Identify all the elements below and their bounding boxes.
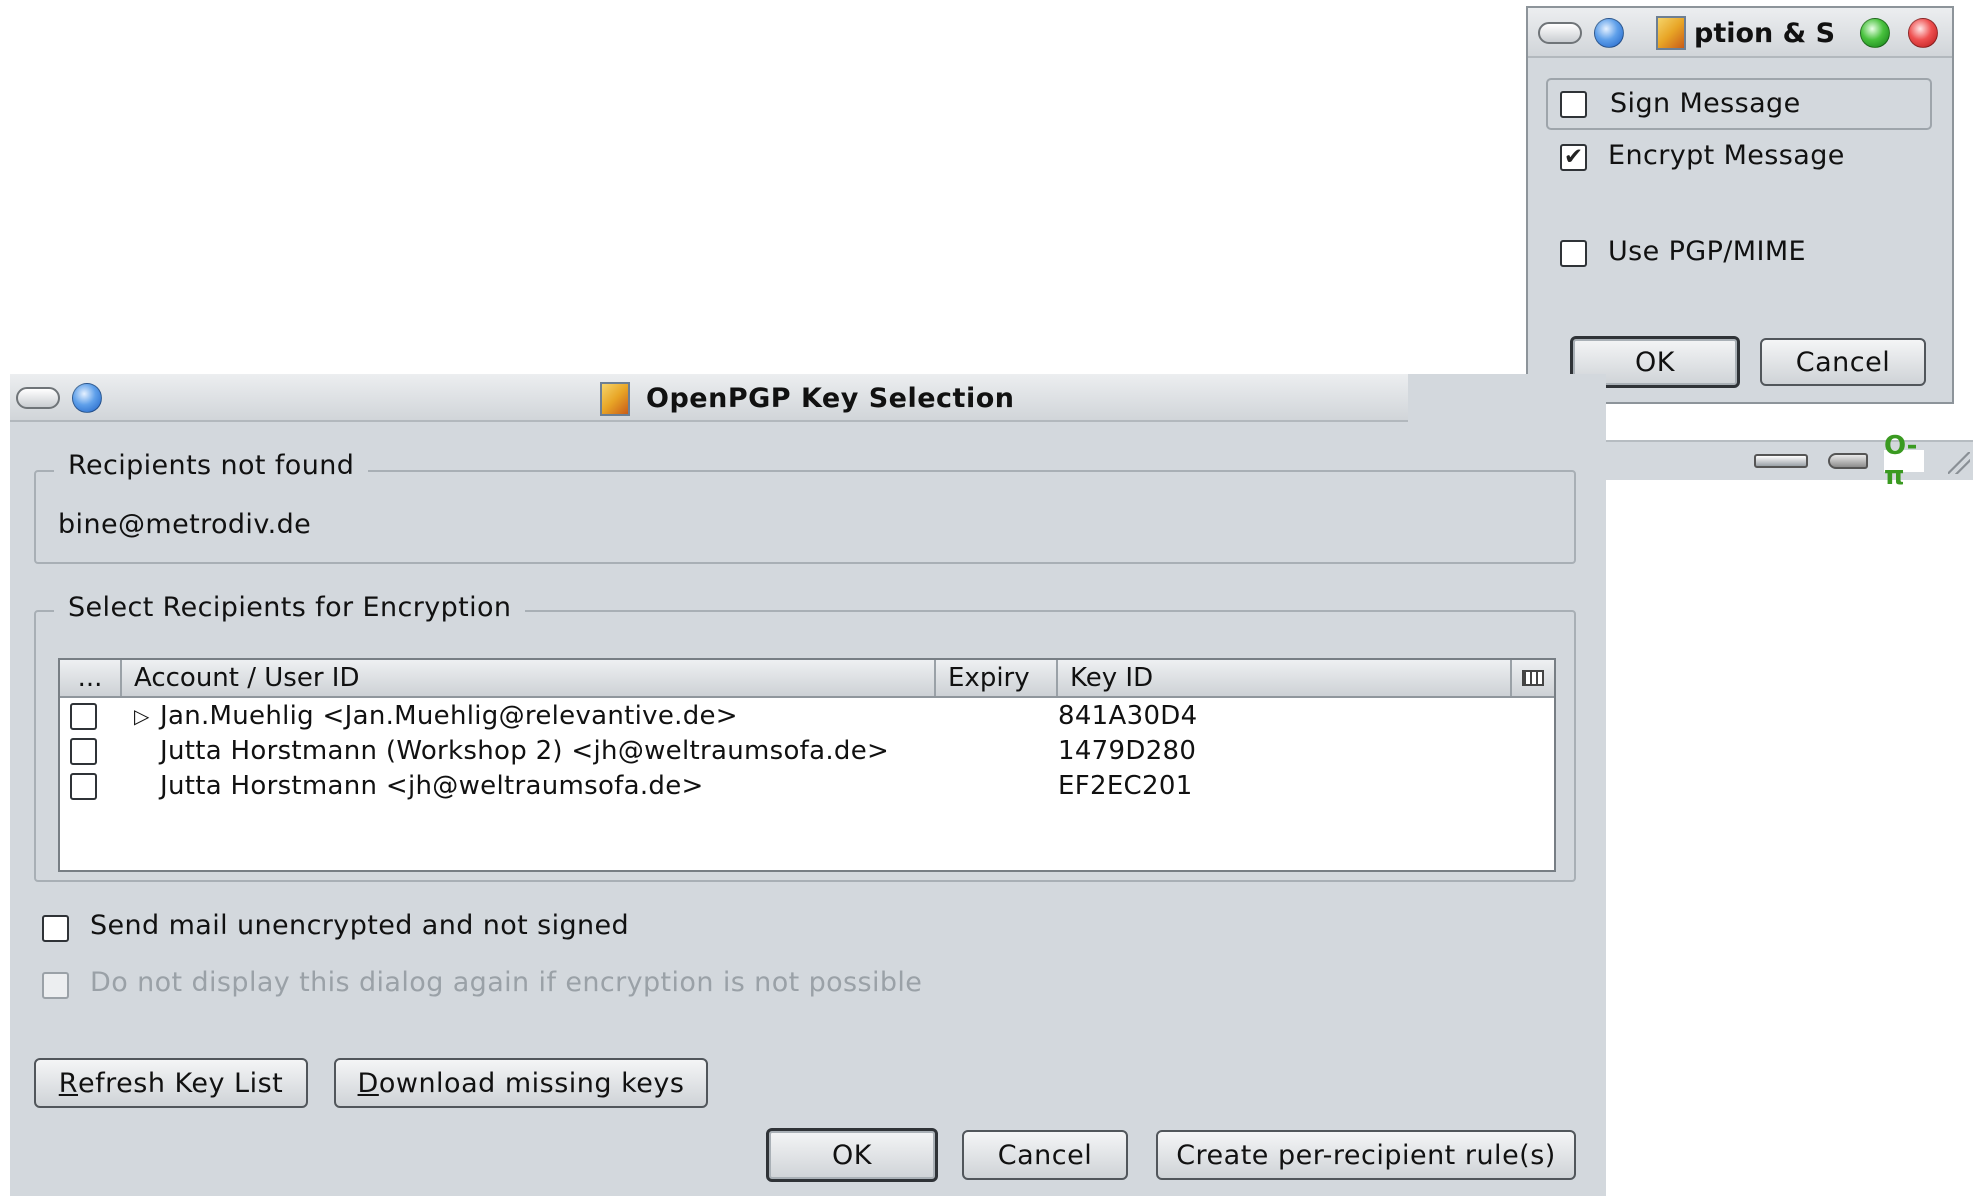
- encryption-key-icon[interactable]: O-π: [1884, 431, 1924, 491]
- sign-message-checkbox[interactable]: [1560, 91, 1587, 118]
- refresh-key-list-button[interactable]: Refresh Key List: [34, 1058, 308, 1108]
- column-header-user-id[interactable]: Account / User ID: [122, 660, 936, 696]
- small-dialog: ption & S Sign Message ✔ Encrypt Message…: [1526, 6, 1954, 404]
- main-titlebar: OpenPGP Key Selection: [10, 374, 1408, 422]
- maximize-button[interactable]: [1860, 18, 1890, 48]
- do-not-display-label: Do not display this dialog again if encr…: [90, 967, 923, 998]
- table-row[interactable]: Jutta Horstmann <jh@weltraumsofa.de> EF2…: [60, 768, 1554, 804]
- row-key-id: 841A30D4: [1058, 701, 1198, 731]
- create-per-recipient-rules-button[interactable]: Create per-recipient rule(s): [1156, 1130, 1576, 1180]
- column-header-select[interactable]: ...: [60, 660, 122, 696]
- row-user-id: Jutta Horstmann <jh@weltraumsofa.de>: [160, 771, 704, 801]
- download-missing-keys-button[interactable]: Download missing keys: [334, 1058, 708, 1108]
- row-checkbox[interactable]: [70, 703, 97, 730]
- row-key-id: 1479D280: [1058, 736, 1197, 766]
- column-header-expiry[interactable]: Expiry: [936, 660, 1058, 696]
- close-button[interactable]: [1908, 18, 1938, 48]
- expand-triangle-icon[interactable]: ▷: [134, 698, 150, 734]
- app-icon: [1656, 16, 1686, 50]
- row-checkbox[interactable]: [70, 738, 97, 765]
- send-unencrypted-label: Send mail unencrypted and not signed: [90, 910, 630, 941]
- main-dialog-title: OpenPGP Key Selection: [646, 383, 1015, 414]
- resize-grip-icon[interactable]: [1948, 452, 1970, 474]
- use-pgp-mime-label: Use PGP/MIME: [1608, 236, 1807, 267]
- minimize-button[interactable]: [72, 383, 102, 413]
- small-cancel-button[interactable]: Cancel: [1760, 338, 1926, 386]
- send-unencrypted-checkbox[interactable]: [42, 915, 69, 942]
- recipients-table: ... Account / User ID Expiry Key ID ▷ Ja…: [58, 658, 1556, 872]
- row-user-id: Jutta Horstmann (Workshop 2) <jh@weltrau…: [160, 736, 890, 766]
- column-header-key-id[interactable]: Key ID: [1058, 660, 1512, 696]
- do-not-display-checkbox: [42, 972, 69, 999]
- shade-button[interactable]: [16, 387, 60, 409]
- select-recipients-legend: Select Recipients for Encryption: [54, 592, 526, 623]
- column-picker-icon[interactable]: [1512, 660, 1554, 696]
- shade-button[interactable]: [1538, 22, 1582, 44]
- signing-pen-icon[interactable]: [1828, 453, 1868, 469]
- sign-message-option[interactable]: Sign Message: [1546, 78, 1932, 130]
- app-icon: [600, 382, 630, 416]
- table-row[interactable]: ▷ Jan.Muehlig <Jan.Muehlig@relevantive.d…: [60, 698, 1554, 734]
- cancel-button[interactable]: Cancel: [962, 1130, 1128, 1180]
- small-dialog-title: ption & S: [1694, 18, 1836, 49]
- small-dialog-titlebar: ption & S: [1528, 8, 1952, 58]
- ok-button[interactable]: OK: [766, 1128, 938, 1182]
- row-checkbox[interactable]: [70, 773, 97, 800]
- encrypt-message-label: Encrypt Message: [1608, 140, 1845, 171]
- table-header: ... Account / User ID Expiry Key ID: [60, 660, 1554, 698]
- connection-plug-icon: [1754, 454, 1808, 468]
- use-pgp-mime-checkbox[interactable]: [1560, 240, 1587, 267]
- missing-recipient-email: bine@metrodiv.de: [58, 509, 312, 540]
- row-key-id: EF2EC201: [1058, 771, 1193, 801]
- key-selection-dialog: OpenPGP Key Selection Recipients not fou…: [10, 374, 1606, 1196]
- row-user-id: Jan.Muehlig <Jan.Muehlig@relevantive.de>: [160, 701, 738, 731]
- encrypt-message-checkbox[interactable]: ✔: [1560, 144, 1587, 171]
- table-row[interactable]: Jutta Horstmann (Workshop 2) <jh@weltrau…: [60, 733, 1554, 769]
- minimize-button[interactable]: [1594, 18, 1624, 48]
- recipients-not-found-legend: Recipients not found: [54, 450, 369, 481]
- sign-message-label: Sign Message: [1610, 88, 1801, 119]
